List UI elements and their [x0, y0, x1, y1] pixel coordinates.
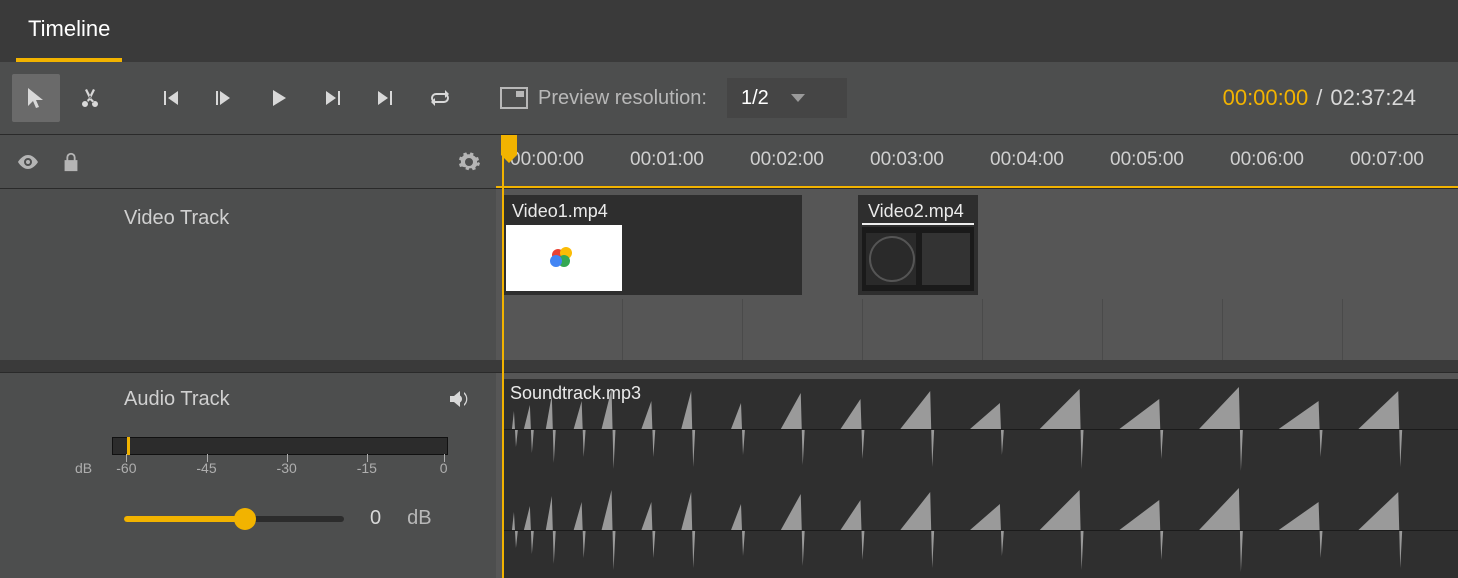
- ruler-mark: 00:07:00: [1350, 149, 1424, 171]
- frame-back-icon: [212, 86, 236, 110]
- cut-tool-button[interactable]: [66, 74, 114, 122]
- preview-resolution-dropdown[interactable]: 1/2: [727, 78, 847, 118]
- step-forward-button[interactable]: [308, 74, 356, 122]
- ruler-mark: 00:04:00: [990, 149, 1064, 171]
- play-icon: [266, 86, 290, 110]
- preview-resolution-text: Preview resolution:: [538, 87, 707, 110]
- eye-icon[interactable]: [14, 150, 42, 174]
- slider-knob[interactable]: [234, 508, 256, 530]
- gear-icon[interactable]: [456, 150, 482, 174]
- timecode-total: 02:37:24: [1330, 85, 1416, 111]
- select-tool-button[interactable]: [12, 74, 60, 122]
- ruler-mark: 00:06:00: [1230, 149, 1304, 171]
- lock-icon[interactable]: [60, 150, 82, 174]
- preview-resolution-label: Preview resolution:: [500, 87, 707, 110]
- video-track-label: Video Track: [24, 207, 472, 230]
- scissors-icon: [78, 86, 102, 110]
- ruler-mark: 00:00:00: [510, 149, 584, 171]
- step-back-button[interactable]: [200, 74, 248, 122]
- tab-timeline[interactable]: Timeline: [16, 0, 122, 62]
- clip-title: Soundtrack.mp3: [510, 383, 641, 404]
- play-button[interactable]: [254, 74, 302, 122]
- playhead-line[interactable]: [502, 135, 504, 188]
- volume-slider[interactable]: [124, 516, 344, 522]
- video-clip[interactable]: Video2.mp4: [858, 195, 978, 295]
- timecode: 00:00:00 / 02:37:24: [1223, 85, 1446, 111]
- ruler-mark: 00:05:00: [1110, 149, 1184, 171]
- tab-bar: Timeline: [0, 0, 1458, 62]
- time-ruler[interactable]: 00:00:00 00:01:00 00:02:00 00:03:00 00:0…: [496, 134, 1458, 188]
- timecode-separator: /: [1316, 85, 1322, 111]
- waveform: [502, 482, 1458, 578]
- chevron-down-icon: [791, 94, 805, 102]
- speaker-icon[interactable]: [444, 387, 472, 411]
- loop-button[interactable]: [416, 74, 464, 122]
- audio-track-lane[interactable]: Soundtrack.mp3: [496, 372, 1458, 578]
- ruler-mark: 00:01:00: [630, 149, 704, 171]
- volume-value: 0: [370, 507, 381, 530]
- clip-thumbnail: [506, 225, 622, 291]
- timecode-current: 00:00:00: [1223, 85, 1309, 111]
- screen-icon: [500, 87, 528, 109]
- go-start-button[interactable]: [146, 74, 194, 122]
- video-track-header[interactable]: Video Track: [0, 188, 496, 360]
- audio-track-header[interactable]: Audio Track dB -60 -45 -30 -15 0 0 dB: [0, 372, 496, 578]
- clip-title: Video1.mp4: [502, 195, 802, 228]
- audio-meter: dB -60 -45 -30 -15 0: [112, 437, 448, 455]
- meter-tick: -30: [277, 460, 297, 476]
- meter-tick: 0: [440, 460, 448, 476]
- audio-clip[interactable]: Soundtrack.mp3: [502, 379, 1458, 578]
- lane-grid: [496, 299, 1458, 360]
- cursor-icon: [24, 86, 48, 110]
- db-unit-label: dB: [75, 460, 92, 476]
- meter-tick: -15: [357, 460, 377, 476]
- go-end-button[interactable]: [362, 74, 410, 122]
- ruler-mark: 00:03:00: [870, 149, 944, 171]
- skip-end-icon: [374, 86, 398, 110]
- loop-icon: [428, 86, 452, 110]
- video-track-lane[interactable]: Video1.mp4 Video2.mp4: [496, 188, 1458, 360]
- tab-label: Timeline: [28, 16, 110, 42]
- skip-start-icon: [158, 86, 182, 110]
- audio-track-label: Audio Track: [24, 388, 230, 411]
- meter-peak-indicator: [127, 437, 130, 455]
- toolbar: Preview resolution: 1/2 00:00:00 / 02:37…: [0, 62, 1458, 134]
- frame-forward-icon: [320, 86, 344, 110]
- waveform: [502, 381, 1458, 477]
- clip-thumbnail: [862, 227, 974, 291]
- meter-tick: -60: [116, 460, 136, 476]
- meter-tick: -45: [196, 460, 216, 476]
- preview-resolution-value: 1/2: [741, 87, 769, 110]
- playhead-handle[interactable]: [501, 134, 517, 155]
- ruler-mark: 00:02:00: [750, 149, 824, 171]
- volume-unit: dB: [407, 507, 431, 530]
- video-clip[interactable]: Video1.mp4: [502, 195, 802, 295]
- tracks-header: [0, 134, 496, 188]
